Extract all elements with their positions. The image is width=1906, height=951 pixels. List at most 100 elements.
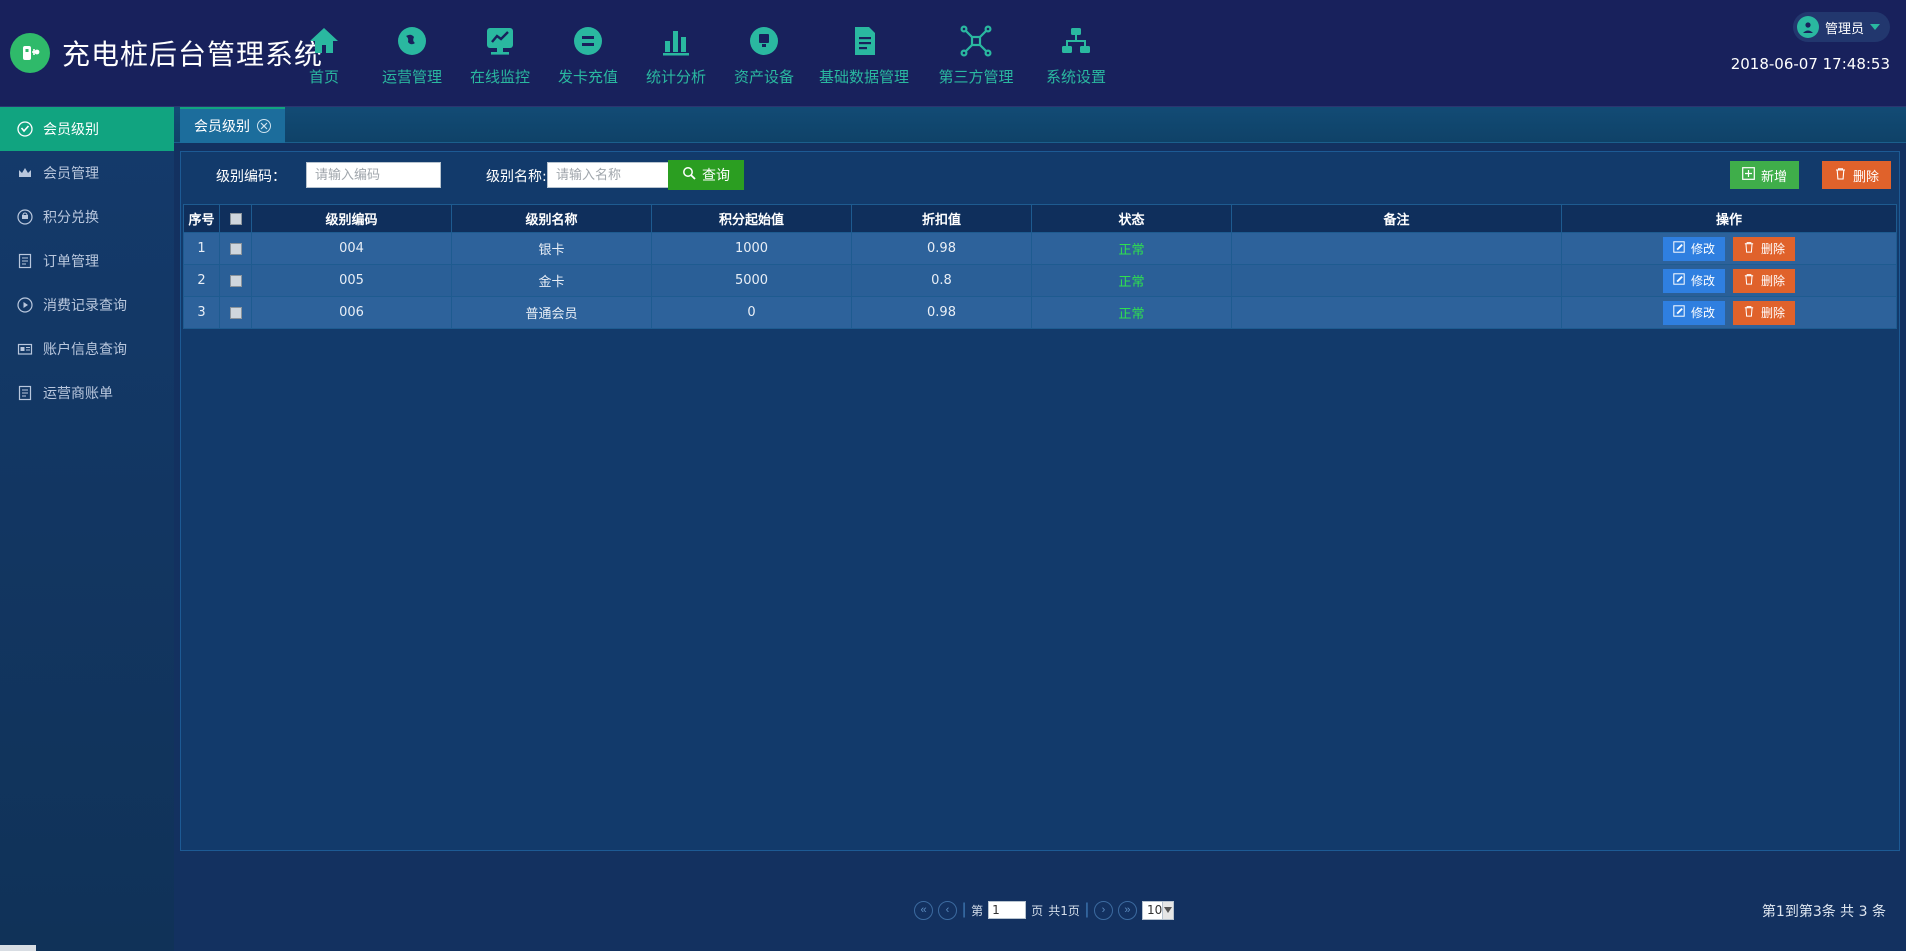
row-delete-label: 删除 <box>1761 240 1785 257</box>
nav-item-third-party[interactable]: 第三方管理 <box>920 14 1032 87</box>
nav-item-system-settings[interactable]: 系统设置 <box>1032 14 1120 87</box>
list-icon <box>16 253 33 270</box>
nav-item-card-recharge[interactable]: 发卡充值 <box>544 14 632 87</box>
nav-label: 统计分析 <box>646 66 706 87</box>
edit-button-label: 修改 <box>1691 272 1715 289</box>
cell-index: 2 <box>184 265 220 297</box>
query-button-label: 查询 <box>702 165 730 185</box>
filter-bar: 级别编码： 级别名称: 查询 新增 删除 <box>181 152 1901 202</box>
nav-item-home[interactable]: 首页 <box>280 14 368 87</box>
record-summary: 第1到第3条 共 3 条 <box>1762 901 1886 921</box>
crown-icon <box>16 165 33 182</box>
sidebar-item-points-exchange[interactable]: 积分兑换 <box>0 195 174 239</box>
card-icon <box>571 22 605 60</box>
sidebar: 会员级别 会员管理 积分兑换 订单管理 消费记录查询 账户信息查询 运营商账 <box>0 107 174 951</box>
sidebar-item-member-level[interactable]: 会员级别 <box>0 107 174 151</box>
prev-page-icon[interactable]: ‹ <box>938 901 957 920</box>
cell-discount: 0.8 <box>852 265 1032 297</box>
nav-item-monitor[interactable]: 在线监控 <box>456 14 544 87</box>
add-button[interactable]: 新增 <box>1730 161 1799 189</box>
cell-code: 006 <box>252 297 452 329</box>
sidebar-item-order-management[interactable]: 订单管理 <box>0 239 174 283</box>
col-points: 积分起始值 <box>652 205 852 233</box>
batch-delete-label: 删除 <box>1853 166 1879 185</box>
level-name-label: 级别名称: <box>486 166 547 186</box>
nav-item-basic-data[interactable]: 基础数据管理 <box>808 14 920 87</box>
globe-icon <box>395 22 429 60</box>
close-circle-icon[interactable] <box>257 119 271 133</box>
row-checkbox[interactable] <box>230 307 242 319</box>
page-suffix-label: 页 <box>1031 902 1043 919</box>
nav-item-assets[interactable]: 资产设备 <box>720 14 808 87</box>
edit-icon <box>1673 241 1685 256</box>
cell-points: 1000 <box>652 233 852 265</box>
row-delete-button[interactable]: 删除 <box>1733 269 1795 293</box>
row-checkbox[interactable] <box>230 243 242 255</box>
datetime-display: 2018-06-07 17:48:53 <box>1731 55 1890 73</box>
table-row[interactable]: 2 005 金卡 5000 0.8 正常 <box>184 265 1897 297</box>
sidebar-item-consumption-records[interactable]: 消费记录查询 <box>0 283 174 327</box>
monitor-chart-icon <box>483 22 517 60</box>
chevron-down-icon[interactable] <box>1870 24 1880 30</box>
level-code-label: 级别编码： <box>216 166 286 186</box>
sidebar-item-label: 账户信息查询 <box>43 339 127 359</box>
col-discount: 折扣值 <box>852 205 1032 233</box>
user-menu[interactable]: 管理员 <box>1793 12 1890 42</box>
sidebar-item-account-info[interactable]: 账户信息查询 <box>0 327 174 371</box>
data-table-wrapper: 序号 级别编码 级别名称 积分起始值 折扣值 状态 备注 操作 <box>183 204 1897 329</box>
main-nav: 首页 运营管理 在线监控 发卡充值 <box>280 14 1120 87</box>
bar-chart-icon <box>659 22 693 60</box>
col-index: 序号 <box>184 205 220 233</box>
cell-actions: 修改 删除 <box>1562 297 1897 329</box>
id-card-icon <box>16 341 33 358</box>
sidebar-item-member-management[interactable]: 会员管理 <box>0 151 174 195</box>
sidebar-item-label: 会员管理 <box>43 163 99 183</box>
query-button[interactable]: 查询 <box>668 160 744 190</box>
member-level-table: 序号 级别编码 级别名称 积分起始值 折扣值 状态 备注 操作 <box>183 204 1897 329</box>
row-delete-button[interactable]: 删除 <box>1733 301 1795 325</box>
cell-discount: 0.98 <box>852 297 1032 329</box>
table-body: 1 004 银卡 1000 0.98 正常 <box>184 233 1897 329</box>
cell-select <box>220 265 252 297</box>
level-name-input[interactable] <box>547 162 682 188</box>
content-panel: 级别编码： 级别名称: 查询 新增 删除 <box>180 151 1900 851</box>
cell-index: 1 <box>184 233 220 265</box>
user-avatar-icon <box>1797 16 1819 38</box>
page-number-input[interactable] <box>988 901 1026 919</box>
select-all-checkbox[interactable] <box>230 213 242 225</box>
first-page-icon[interactable]: « <box>914 901 933 920</box>
status-badge: 正常 <box>1032 265 1232 297</box>
row-delete-button[interactable]: 删除 <box>1733 237 1795 261</box>
level-code-input[interactable] <box>306 162 441 188</box>
search-icon <box>682 166 696 184</box>
edit-button-label: 修改 <box>1691 304 1715 321</box>
sidebar-item-label: 会员级别 <box>43 119 99 139</box>
document-icon <box>847 22 881 60</box>
coin-icon <box>16 209 33 226</box>
row-delete-label: 删除 <box>1761 272 1785 289</box>
edit-button[interactable]: 修改 <box>1663 237 1725 261</box>
batch-delete-button[interactable]: 删除 <box>1822 161 1891 189</box>
next-page-icon[interactable]: › <box>1094 901 1113 920</box>
table-row[interactable]: 1 004 银卡 1000 0.98 正常 <box>184 233 1897 265</box>
row-checkbox[interactable] <box>230 275 242 287</box>
cell-points: 5000 <box>652 265 852 297</box>
table-row[interactable]: 3 006 普通会员 0 0.98 正常 <box>184 297 1897 329</box>
col-actions: 操作 <box>1562 205 1897 233</box>
tab-member-level[interactable]: 会员级别 <box>180 107 285 143</box>
sitemap-icon <box>1059 22 1093 60</box>
cell-actions: 修改 删除 <box>1562 233 1897 265</box>
col-code: 级别编码 <box>252 205 452 233</box>
add-button-label: 新增 <box>1761 166 1787 185</box>
nav-label: 发卡充值 <box>558 66 618 87</box>
edit-button[interactable]: 修改 <box>1663 269 1725 293</box>
page-size-select[interactable]: 10 <box>1142 901 1174 920</box>
cell-name: 银卡 <box>452 233 652 265</box>
last-page-icon[interactable]: » <box>1118 901 1137 920</box>
app-header: 充电桩后台管理系统 首页 运营管理 在线监控 <box>0 0 1906 107</box>
edit-button[interactable]: 修改 <box>1663 301 1725 325</box>
nav-item-operations[interactable]: 运营管理 <box>368 14 456 87</box>
user-name: 管理员 <box>1825 18 1864 37</box>
nav-item-statistics[interactable]: 统计分析 <box>632 14 720 87</box>
sidebar-item-operator-bill[interactable]: 运营商账单 <box>0 371 174 415</box>
